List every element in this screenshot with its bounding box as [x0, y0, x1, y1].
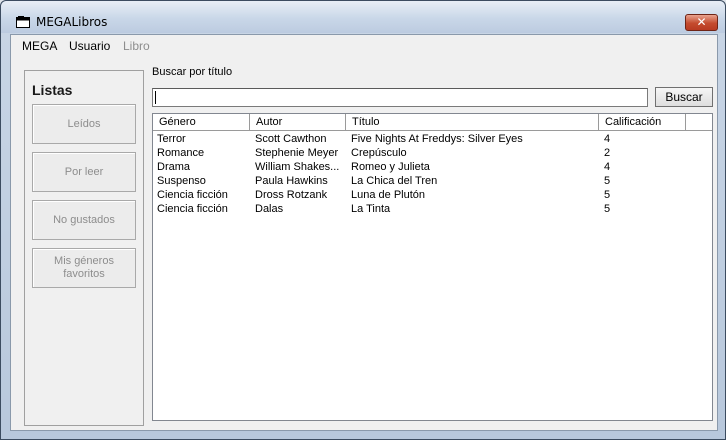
app-window: MEGALibros ✕ MEGA Usuario Libro Listas L…	[0, 0, 726, 440]
cell-title: Five Nights At Freddys: Silver Eyes	[351, 133, 523, 145]
app-icon	[16, 16, 30, 28]
cell-genre: Ciencia ficción	[157, 203, 228, 215]
favorite-genres-button[interactable]: Mis géneros favoritos	[32, 248, 136, 288]
column-header-author[interactable]: Autor	[250, 114, 346, 131]
column-header-title[interactable]: Título	[346, 114, 599, 131]
close-button[interactable]: ✕	[685, 14, 718, 31]
cell-author: Dalas	[255, 203, 284, 215]
cell-rating: 4	[604, 161, 611, 173]
main-form: MEGA Usuario Libro Listas Leídos Por lee…	[10, 34, 718, 431]
cell-title: Luna de Plutón	[351, 189, 426, 201]
lists-title: Listas	[32, 82, 73, 98]
menu-bar: MEGA Usuario Libro	[11, 35, 717, 55]
table-row[interactable]: Ciencia ficción Dalas La Tinta 5	[153, 202, 712, 216]
table-row[interactable]: Ciencia ficción Dross Rotzank Luna de Pl…	[153, 188, 712, 202]
table-row[interactable]: Drama William Shakes... Romeo y Julieta …	[153, 160, 712, 174]
cell-title: Romeo y Julieta	[351, 161, 430, 173]
menu-libro[interactable]: Libro	[123, 39, 150, 53]
cell-rating: 5	[604, 203, 611, 215]
menu-usuario[interactable]: Usuario	[69, 39, 110, 53]
cell-title: Crepúsculo	[351, 147, 407, 159]
menu-mega[interactable]: MEGA	[22, 39, 57, 53]
cell-author: Scott Cawthon	[255, 133, 327, 145]
cell-author: William Shakes...	[255, 161, 340, 173]
cell-author: Stephenie Meyer	[255, 147, 339, 159]
column-header-filler	[686, 114, 712, 131]
cell-title: La Tinta	[351, 203, 391, 215]
cell-rating: 5	[604, 175, 611, 187]
books-table[interactable]: Género Autor Título Calificación Terror …	[152, 113, 713, 421]
cell-author: Dross Rotzank	[255, 189, 328, 201]
disliked-button[interactable]: No gustados	[32, 200, 136, 240]
lists-panel: Listas Leídos Por leer No gustados Mis g…	[24, 70, 144, 426]
cell-rating: 5	[604, 189, 611, 201]
text-caret	[155, 91, 156, 104]
cell-genre: Suspenso	[157, 175, 206, 187]
cell-genre: Terror	[157, 133, 186, 145]
cell-rating: 4	[604, 133, 611, 145]
table-header: Género Autor Título Calificación	[153, 114, 712, 131]
search-button[interactable]: Buscar	[655, 87, 713, 107]
cell-rating: 2	[604, 147, 611, 159]
table-row[interactable]: Terror Scott Cawthon Five Nights At Fred…	[153, 132, 712, 146]
title-bar[interactable]: MEGALibros ✕	[1, 1, 725, 33]
read-button[interactable]: Leídos	[32, 104, 136, 144]
to-read-button[interactable]: Por leer	[32, 152, 136, 192]
cell-genre: Ciencia ficción	[157, 189, 228, 201]
column-header-rating[interactable]: Calificación	[599, 114, 686, 131]
column-header-genre[interactable]: Género	[153, 114, 250, 131]
search-label: Buscar por título	[152, 66, 233, 78]
cell-genre: Drama	[157, 161, 191, 173]
window-title: MEGALibros	[36, 15, 108, 29]
search-input[interactable]	[152, 88, 648, 107]
cell-title: La Chica del Tren	[351, 175, 438, 187]
cell-genre: Romance	[157, 147, 205, 159]
cell-author: Paula Hawkins	[255, 175, 328, 187]
table-row[interactable]: Romance Stephenie Meyer Crepúsculo 2	[153, 146, 712, 160]
table-row[interactable]: Suspenso Paula Hawkins La Chica del Tren…	[153, 174, 712, 188]
